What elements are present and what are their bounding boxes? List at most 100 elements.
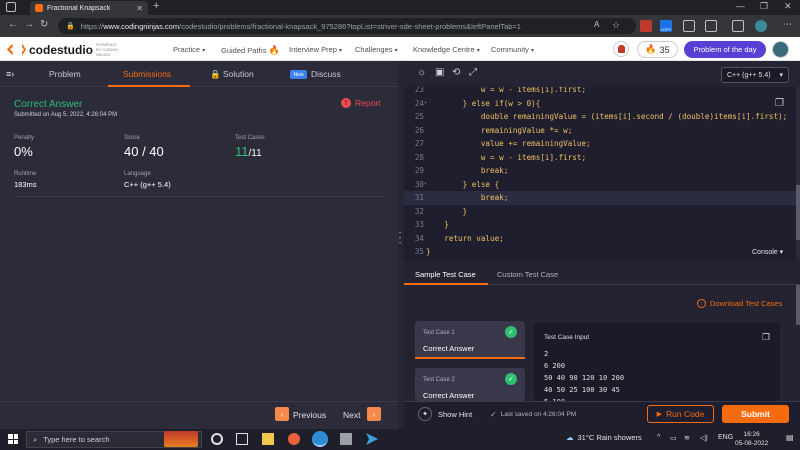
test-case-1-card[interactable]: Test Case 1 Correct Answer ✓: [415, 321, 525, 359]
edge-icon[interactable]: [312, 431, 328, 447]
copy-input-icon[interactable]: ❐: [762, 332, 770, 343]
extensions-puzzle-icon[interactable]: [683, 20, 695, 32]
penalty-value: 0%: [14, 144, 33, 159]
store-icon[interactable]: [340, 433, 352, 445]
search-highlight-icon[interactable]: [164, 431, 198, 447]
forward-icon[interactable]: →: [24, 19, 34, 30]
line-number: 29: [414, 166, 424, 175]
tab-submissions[interactable]: Submissions: [123, 69, 171, 79]
lightbulb-icon[interactable]: ✦: [418, 407, 432, 421]
next-chevron-icon[interactable]: ›: [367, 407, 381, 421]
menu-practice[interactable]: Practice ▾: [173, 45, 205, 54]
drag-handle-icon[interactable]: • • •: [399, 231, 403, 247]
console-scrollbar[interactable]: [796, 285, 800, 325]
minimize-icon[interactable]: —: [736, 1, 745, 11]
download-icon: ↓: [697, 299, 706, 308]
windows-start-icon[interactable]: [8, 434, 18, 444]
run-code-button[interactable]: ▶ Run Code: [647, 405, 714, 423]
cortana-icon[interactable]: [211, 433, 223, 445]
code-line[interactable]: 34 return value;: [404, 232, 796, 246]
menu-guided-paths[interactable]: Guided Paths 🔥: [221, 45, 280, 56]
show-hint-button[interactable]: Show Hint: [438, 410, 472, 419]
code-line[interactable]: 27 value += remainingValue;: [404, 137, 796, 151]
tab-discuss[interactable]: Discuss: [311, 69, 341, 79]
battery-icon[interactable]: ▭: [670, 434, 677, 442]
code-line[interactable]: 24 ▾ } else if(w > 0){: [404, 97, 796, 111]
tray-chevron-icon[interactable]: ^: [657, 434, 660, 441]
volume-icon[interactable]: ◁): [700, 434, 708, 442]
new-tab-icon[interactable]: +: [153, 0, 159, 12]
code-line[interactable]: 31 break;: [404, 191, 796, 205]
profile-avatar-icon[interactable]: [755, 20, 767, 32]
code-editor[interactable]: 23 w = w - items[i].first; 24 ▾ } else if(…: [404, 87, 796, 260]
firefox-icon[interactable]: [288, 433, 300, 445]
codestudio-logo[interactable]: codestudio POWERED BY CODING NINJAS: [7, 42, 120, 57]
previous-chevron-icon[interactable]: ‹: [275, 407, 289, 421]
code-line[interactable]: 28 w = w - items[i].first;: [404, 151, 796, 165]
read-aloud-icon[interactable]: A: [594, 20, 599, 29]
code-line[interactable]: 23 w = w - items[i].first;: [404, 87, 796, 97]
report-button[interactable]: ! Report: [341, 98, 381, 108]
copy-extension-icon[interactable]: COPY: [660, 20, 672, 32]
submit-button[interactable]: Submit: [722, 405, 789, 423]
address-bar[interactable]: 🔒 https://www.codingninjas.com/codestudi…: [58, 18, 636, 34]
split-screen-icon[interactable]: [705, 20, 717, 32]
task-view-icon[interactable]: [236, 433, 248, 445]
save-icon[interactable]: ▣: [435, 67, 444, 78]
weather-widget[interactable]: ☁ 31°C Rain showers: [566, 433, 642, 442]
streak-counter[interactable]: 🔥 35: [637, 41, 678, 58]
code-text: break;: [426, 193, 509, 202]
streak-count: 35: [659, 44, 670, 55]
collapse-panel-icon[interactable]: ≡›: [6, 69, 14, 79]
line-number: 23: [414, 87, 424, 94]
previous-button[interactable]: Previous: [293, 410, 326, 420]
user-avatar[interactable]: [772, 41, 789, 58]
extension-icon[interactable]: [640, 20, 652, 32]
problem-of-the-day-button[interactable]: Problem of the day: [684, 41, 766, 58]
menu-challenges[interactable]: Challenges ▾: [355, 45, 398, 54]
reset-icon[interactable]: ⟲: [452, 67, 460, 78]
code-line[interactable]: 25 double remainingValue = (items[i].sec…: [404, 110, 796, 124]
input-language[interactable]: ENG: [718, 434, 733, 441]
back-icon[interactable]: ←: [8, 19, 18, 30]
tab-solution[interactable]: 🔒 Solution: [210, 69, 254, 80]
next-button[interactable]: Next: [343, 410, 360, 420]
menu-interview-prep[interactable]: Interview Prep ▾: [289, 45, 342, 54]
download-test-cases-button[interactable]: ↓ Download Test Cases: [697, 299, 782, 308]
code-line[interactable]: 35}: [404, 245, 796, 259]
copy-code-icon[interactable]: ❐: [775, 98, 784, 109]
editor-scroll-thumb[interactable]: [796, 185, 800, 240]
fullscreen-icon[interactable]: ⤢: [469, 67, 477, 78]
menu-community[interactable]: Community ▾: [491, 45, 534, 54]
close-tab-icon[interactable]: ✕: [136, 4, 143, 13]
left-bottom-bar: [0, 401, 398, 429]
line-number: 28: [414, 152, 424, 162]
tab-problem[interactable]: Problem: [49, 69, 81, 79]
code-line[interactable]: 32 }: [404, 205, 796, 219]
last-saved-status: ✓ Last saved on 4:26:04 PM: [490, 410, 577, 419]
favorite-star-icon[interactable]: ☆: [612, 20, 620, 31]
code-line[interactable]: 30 ▾ } else {: [404, 178, 796, 192]
tab-custom-test-case[interactable]: Custom Test Case: [497, 270, 558, 279]
notification-center-icon[interactable]: ▤: [786, 433, 794, 442]
menu-knowledge-centre[interactable]: Knowledge Centre ▾: [413, 45, 480, 54]
taskbar-clock[interactable]: 16:26 05-08-2022: [735, 430, 768, 448]
code-line[interactable]: 26 remainingValue *= w;: [404, 124, 796, 138]
maximize-icon[interactable]: ❐: [760, 1, 768, 12]
tab-sample-test-case[interactable]: Sample Test Case: [415, 270, 476, 279]
browser-menu-icon[interactable]: ⋯: [783, 19, 792, 30]
code-line[interactable]: 33 }: [404, 218, 796, 232]
code-line[interactable]: 29 break;: [404, 164, 796, 178]
language-select[interactable]: C++ (g++ 5.4) ▾: [721, 67, 789, 83]
collections-icon[interactable]: [732, 20, 744, 32]
wifi-icon[interactable]: ≋: [684, 434, 690, 442]
test-case-2-card[interactable]: Test Case 2 Correct Answer ✓: [415, 368, 525, 401]
notifications-icon[interactable]: [613, 41, 629, 57]
console-toggle[interactable]: Console ▾: [752, 248, 783, 256]
file-explorer-icon[interactable]: [262, 433, 274, 445]
theme-sun-icon[interactable]: ☼: [417, 67, 426, 78]
close-window-icon[interactable]: ✕: [784, 1, 792, 12]
tab-actions-icon[interactable]: [6, 2, 16, 12]
browser-tab[interactable]: Fractional Knapsack ✕: [30, 1, 148, 15]
reload-icon[interactable]: ↻: [40, 19, 48, 30]
